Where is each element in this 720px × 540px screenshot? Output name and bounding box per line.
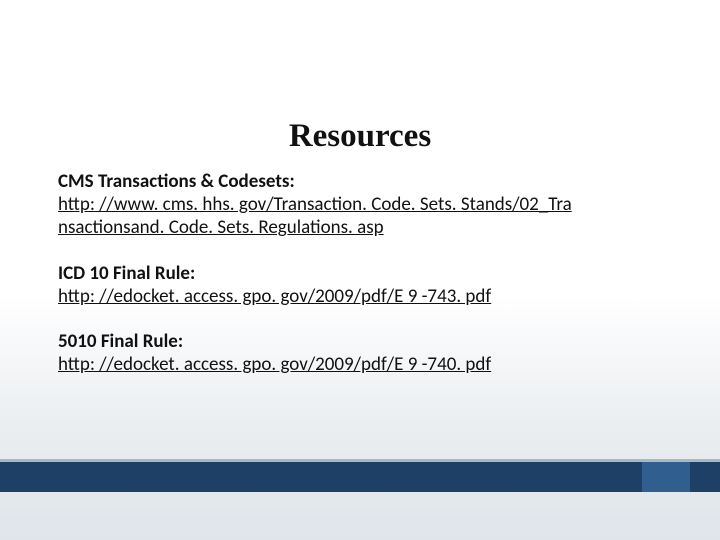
resource-link[interactable]: http: //www. cms. hhs. gov/Transaction. … <box>58 193 572 239</box>
footer-accent <box>642 462 690 492</box>
resource-item: CMS Transactions & Codesets: http: //www… <box>58 170 670 240</box>
slide: Resources CMS Transactions & Codesets: h… <box>0 0 720 540</box>
resource-link[interactable]: http: //edocket. access. gpo. gov/2009/p… <box>58 353 491 376</box>
link-line: http: //edocket. access. gpo. gov/2009/p… <box>58 353 491 376</box>
resource-link[interactable]: http: //edocket. access. gpo. gov/2009/p… <box>58 285 491 308</box>
resource-label: ICD 10 Final Rule: <box>58 262 670 285</box>
link-line: http: //edocket. access. gpo. gov/2009/p… <box>58 285 491 308</box>
link-line: nsactionsand. Code. Sets. Regulations. a… <box>58 216 384 239</box>
resource-label: CMS Transactions & Codesets: <box>58 170 670 193</box>
link-line: http: //www. cms. hhs. gov/Transaction. … <box>58 193 572 216</box>
content-area: CMS Transactions & Codesets: http: //www… <box>58 170 670 398</box>
slide-title: Resources <box>0 118 720 155</box>
resource-label: 5010 Final Rule: <box>58 330 670 353</box>
resource-item: 5010 Final Rule: http: //edocket. access… <box>58 330 670 376</box>
footer-bar <box>0 462 720 492</box>
resource-item: ICD 10 Final Rule: http: //edocket. acce… <box>58 262 670 308</box>
